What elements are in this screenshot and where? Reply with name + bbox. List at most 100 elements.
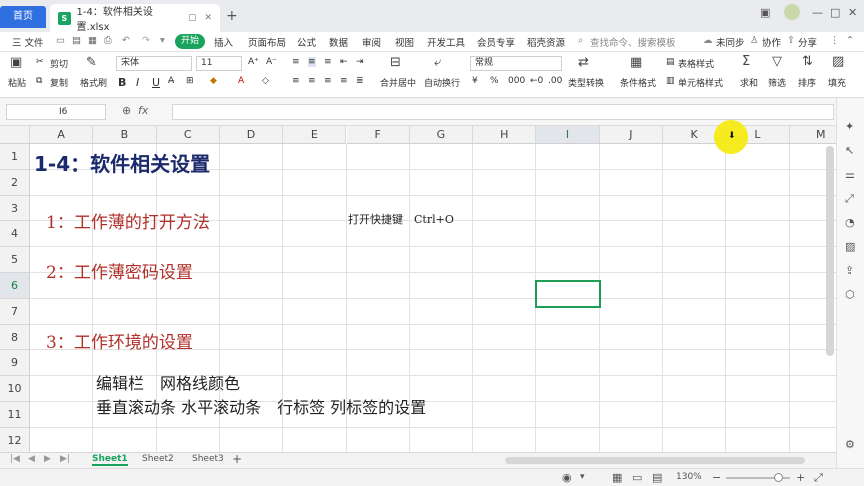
more-icon[interactable]: ▾: [160, 35, 165, 46]
row-header-9[interactable]: 9: [0, 350, 30, 377]
row-header-5[interactable]: 5: [0, 247, 30, 273]
undo-icon[interactable]: ↶: [122, 35, 130, 46]
file-tab[interactable]: S 1-4：软件相关设置.xlsx ▢ ✕: [50, 4, 220, 33]
column-header-j[interactable]: J: [599, 126, 663, 144]
collab-button[interactable]: 协作: [762, 35, 781, 49]
close-window-icon[interactable]: ✕: [848, 6, 857, 19]
column-header-h[interactable]: H: [473, 126, 537, 144]
thousands-icon[interactable]: 000: [508, 76, 525, 86]
cut-button[interactable]: 剪切: [50, 57, 68, 70]
font-name-select[interactable]: 宋体: [116, 56, 192, 71]
tile-icon[interactable]: ▣: [760, 6, 770, 19]
next-sheet-icon[interactable]: ▶: [44, 454, 51, 464]
more-options-icon[interactable]: ⋮: [830, 35, 840, 46]
close-icon[interactable]: ✕: [204, 13, 212, 23]
column-header-e[interactable]: E: [283, 126, 347, 144]
italic-icon[interactable]: I: [136, 76, 139, 89]
column-header-i[interactable]: I: [536, 126, 600, 144]
cell-style-button[interactable]: 单元格样式: [678, 76, 723, 89]
fx-icon[interactable]: fx: [138, 104, 148, 117]
add-sheet-icon[interactable]: +: [232, 452, 242, 466]
new-doc-icon[interactable]: ▭: [56, 35, 65, 46]
sparkle-icon[interactable]: ✦: [845, 120, 854, 133]
shrink-font-icon[interactable]: A⁻: [266, 57, 277, 67]
font-color-icon[interactable]: A: [238, 76, 244, 86]
bold-icon[interactable]: B: [118, 76, 126, 89]
distribute-icon[interactable]: ≣: [356, 76, 364, 86]
minimize-icon[interactable]: —: [812, 6, 823, 19]
page-break-icon[interactable]: ▤: [652, 471, 662, 484]
row-header-7[interactable]: 7: [0, 298, 30, 325]
row-header-6[interactable]: 6: [0, 273, 30, 299]
currency-icon[interactable]: ¥: [472, 76, 478, 86]
border-icon[interactable]: ⊞: [186, 76, 194, 86]
indent-right-icon[interactable]: ⇥: [356, 57, 364, 67]
menu-file[interactable]: 三 文件: [12, 35, 44, 49]
row-header-3[interactable]: 3: [0, 195, 30, 222]
sheet-tab-2[interactable]: Sheet2: [142, 454, 174, 464]
zoom-out-icon[interactable]: −: [712, 471, 721, 484]
tab-view[interactable]: 视图: [395, 35, 414, 49]
eye-dropdown-icon[interactable]: ▾: [580, 472, 585, 482]
image-icon[interactable]: ▨: [845, 240, 855, 253]
adjust-icon[interactable]: ⚌: [845, 168, 855, 181]
resize-icon[interactable]: ⤢: [845, 192, 854, 206]
align-top-icon[interactable]: ≡: [292, 57, 300, 67]
column-header-m[interactable]: M: [789, 126, 836, 144]
tab-member[interactable]: 会员专享: [477, 35, 515, 49]
filter-icon[interactable]: ▽: [772, 54, 782, 69]
cell-f3[interactable]: 打开快捷键 Ctrl+O: [348, 211, 454, 227]
fullscreen-icon[interactable]: ⤢: [814, 471, 823, 485]
align-center-icon[interactable]: ≡: [308, 76, 316, 86]
select-all-corner[interactable]: [0, 126, 30, 144]
font-size-select[interactable]: 11: [196, 56, 242, 71]
number-format-select[interactable]: 常规: [470, 56, 562, 71]
type-convert-button[interactable]: 类型转换: [568, 76, 604, 89]
normal-view-icon[interactable]: ▦: [612, 471, 622, 484]
first-sheet-icon[interactable]: |◀: [10, 454, 20, 464]
filter-button[interactable]: 筛选: [768, 76, 786, 89]
indent-left-icon[interactable]: ⇤: [340, 57, 348, 67]
paste-icon[interactable]: ▣: [10, 55, 22, 70]
format-painter-button[interactable]: 格式刷: [80, 76, 107, 89]
column-header-g[interactable]: G: [409, 126, 474, 144]
sheet-tab-3[interactable]: Sheet3: [192, 454, 224, 464]
row-header-2[interactable]: 2: [0, 169, 30, 196]
settings-icon[interactable]: ⚙: [845, 438, 855, 451]
copy-button[interactable]: 复制: [50, 76, 68, 89]
underline-icon[interactable]: U: [152, 76, 160, 89]
selected-cell[interactable]: [535, 280, 601, 308]
zoom-level[interactable]: 130%: [676, 472, 702, 482]
fill-icon[interactable]: ▨: [832, 54, 844, 69]
tab-insert[interactable]: 插入: [214, 35, 233, 49]
tab-page-layout[interactable]: 页面布局: [248, 35, 286, 49]
sheet-tab-1[interactable]: Sheet1: [92, 454, 128, 466]
share-button[interactable]: 分享: [798, 35, 817, 49]
fill-button[interactable]: 填充: [828, 76, 846, 89]
vertical-scrollbar[interactable]: [826, 146, 834, 356]
tab-review[interactable]: 审阅: [362, 35, 381, 49]
row-header-11[interactable]: 11: [0, 402, 30, 428]
maximize-icon[interactable]: □: [830, 6, 840, 19]
sync-status[interactable]: 未同步: [716, 35, 745, 49]
cell-a5[interactable]: 2：工作薄密码设置: [46, 258, 193, 283]
align-middle-icon[interactable]: ≡: [308, 57, 316, 67]
zoom-slider-thumb[interactable]: [774, 473, 783, 482]
percent-icon[interactable]: %: [490, 76, 499, 86]
home-tab[interactable]: 首页: [0, 6, 46, 28]
tab-developer[interactable]: 开发工具: [427, 35, 465, 49]
name-box[interactable]: I6: [6, 104, 106, 120]
pointer-icon[interactable]: ↖: [845, 144, 854, 157]
wrap-icon[interactable]: ⤶: [434, 55, 441, 70]
paste-button[interactable]: 粘贴: [8, 76, 26, 89]
wrap-text-button[interactable]: 自动换行: [424, 76, 460, 89]
grow-font-icon[interactable]: A⁺: [248, 57, 259, 67]
formula-input[interactable]: [172, 104, 834, 120]
column-header-f[interactable]: F: [346, 126, 410, 144]
print-icon[interactable]: ⎙: [104, 35, 112, 46]
sum-icon[interactable]: Σ: [742, 54, 750, 69]
redo-icon[interactable]: ↷: [142, 35, 150, 46]
align-bottom-icon[interactable]: ≡: [324, 57, 332, 67]
row-header-10[interactable]: 10: [0, 376, 30, 402]
row-header-4[interactable]: 4: [0, 221, 30, 248]
